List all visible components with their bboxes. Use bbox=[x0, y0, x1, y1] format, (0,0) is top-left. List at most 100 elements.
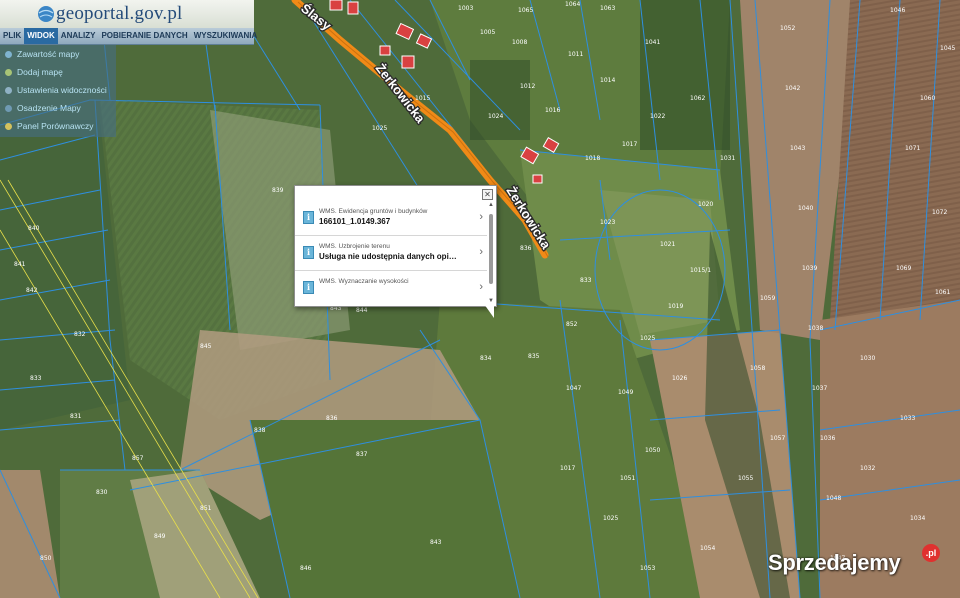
menu-item-visibility-settings[interactable]: Ustawienia widoczności bbox=[0, 81, 116, 99]
popup-row-cadastre[interactable]: i WMS. Ewidencja gruntów i budynków 1661… bbox=[295, 201, 487, 236]
popup-pointer bbox=[484, 304, 494, 318]
parcel-number-label: 1043 bbox=[790, 145, 805, 152]
parcel-number-label: 1024 bbox=[488, 113, 503, 120]
parcel-number-label: 1060 bbox=[920, 95, 935, 102]
menu-item-compare-panel[interactable]: Panel Porównawczy bbox=[0, 117, 116, 135]
parcel-number-label: 1017 bbox=[622, 141, 637, 148]
parcel-number-label: 1030 bbox=[860, 355, 875, 362]
parcel-number-label: 836 bbox=[326, 415, 338, 422]
parcel-number-label: 1032 bbox=[860, 465, 875, 472]
parcel-number-label: 1045 bbox=[940, 45, 955, 52]
menu-wyszukiwania[interactable]: WYSZUKIWANIA bbox=[191, 28, 261, 44]
parcel-number-label: 1062 bbox=[690, 95, 705, 102]
parcel-number-label: 1049 bbox=[618, 389, 633, 396]
parcel-number-label: 844 bbox=[356, 307, 368, 314]
parcel-number-label: 857 bbox=[132, 455, 144, 462]
chevron-right-icon[interactable]: › bbox=[479, 246, 483, 258]
parcel-number-label: 1003 bbox=[458, 5, 473, 12]
menu-plik[interactable]: PLIK bbox=[0, 28, 24, 44]
app-logo[interactable]: geoportal.gov.pl bbox=[56, 3, 183, 25]
parcel-number-label: 1025 bbox=[372, 125, 387, 132]
parcel-number-label: 838 bbox=[254, 427, 266, 434]
chevron-right-icon[interactable]: › bbox=[479, 211, 483, 223]
parcel-number-label: 834 bbox=[480, 355, 492, 362]
parcel-number-label: 1057 bbox=[770, 435, 785, 442]
popup-scrollbar[interactable]: ▲ ▼ bbox=[488, 202, 494, 304]
parcel-number-label: 1036 bbox=[820, 435, 835, 442]
parcel-number-label: 1050 bbox=[645, 447, 660, 454]
parcel-number-label: 1012 bbox=[520, 83, 535, 90]
menu-item-map-contents[interactable]: Zawartość mapy bbox=[0, 45, 116, 63]
parcel-number-label: 1065 bbox=[518, 7, 533, 14]
parcel-number-label: 1063 bbox=[600, 5, 615, 12]
parcel-number-label: 832 bbox=[74, 331, 86, 338]
parcel-number-label: 830 bbox=[96, 489, 108, 496]
row-value: 166101_1.0149.367 bbox=[319, 217, 391, 226]
view-menu-dropdown: Zawartość mapy Dodaj mapę Ustawienia wid… bbox=[0, 45, 116, 137]
compare-panel-icon bbox=[5, 122, 12, 130]
parcel-number-label: 1046 bbox=[890, 7, 905, 14]
parcel-number-label: 1011 bbox=[568, 51, 583, 58]
parcel-number-label: 1059 bbox=[760, 295, 775, 302]
parcel-number-label: 1015/1 bbox=[690, 267, 711, 274]
watermark-logo: Sprzedajemy bbox=[768, 550, 901, 575]
menu-pobieranie-danych[interactable]: POBIERANIE DANYCH bbox=[98, 28, 190, 44]
parcel-number-label: 1016 bbox=[545, 107, 560, 114]
parcel-number-label: 1058 bbox=[750, 365, 765, 372]
parcel-number-label: 851 bbox=[200, 505, 212, 512]
menu-item-add-map[interactable]: Dodaj mapę bbox=[0, 63, 116, 81]
parcel-number-label: 845 bbox=[200, 343, 212, 350]
embed-icon bbox=[5, 104, 12, 112]
menu-item-label: Zawartość mapy bbox=[17, 49, 80, 59]
settings-icon bbox=[5, 86, 12, 94]
app-header: geoportal.gov.pl bbox=[0, 0, 254, 29]
parcel-number-label: 1061 bbox=[935, 289, 950, 296]
row-title: WMS. Uzbrojenie terenu bbox=[319, 243, 390, 250]
parcel-number-label: 831 bbox=[70, 413, 82, 420]
parcel-number-label: 1005 bbox=[480, 29, 495, 36]
parcel-number-label: 1041 bbox=[645, 39, 660, 46]
parcel-number-label: 1021 bbox=[660, 241, 675, 248]
parcel-number-label: 1008 bbox=[512, 39, 527, 46]
menu-item-label: Ustawienia widoczności bbox=[17, 85, 107, 95]
close-icon[interactable]: ✕ bbox=[482, 189, 493, 200]
menu-widok[interactable]: WIDOK bbox=[24, 28, 58, 44]
parcel-number-label: 840 bbox=[28, 225, 40, 232]
parcel-number-label: 850 bbox=[40, 555, 52, 562]
info-icon: i bbox=[303, 281, 314, 294]
menu-item-label: Panel Porównawczy bbox=[17, 121, 94, 131]
parcel-number-label: 836 bbox=[520, 245, 532, 252]
popup-row-elevation[interactable]: i WMS. Wyznaczanie wysokości › bbox=[295, 271, 487, 305]
parcel-number-label: 1037 bbox=[812, 385, 827, 392]
row-title: WMS. Ewidencja gruntów i budynków bbox=[319, 208, 428, 215]
parcel-number-label: 1031 bbox=[720, 155, 735, 162]
add-map-icon bbox=[5, 68, 12, 76]
parcel-number-label: 839 bbox=[272, 187, 284, 194]
parcel-number-label: 1015 bbox=[415, 95, 430, 102]
info-icon: i bbox=[303, 211, 314, 224]
parcel-number-label: 1025 bbox=[640, 335, 655, 342]
feature-info-popup: ✕ i WMS. Ewidencja gruntów i budynków 16… bbox=[294, 185, 497, 307]
parcel-number-label: 1040 bbox=[798, 205, 813, 212]
parcel-number-label: 1072 bbox=[932, 209, 947, 216]
parcel-number-label: 1048 bbox=[826, 495, 841, 502]
parcel-number-label: 843 bbox=[430, 539, 442, 546]
scroll-thumb[interactable] bbox=[489, 214, 493, 284]
parcel-number-label: 1042 bbox=[785, 85, 800, 92]
info-icon: i bbox=[303, 246, 314, 259]
popup-row-utilities[interactable]: i WMS. Uzbrojenie terenu Usługa nie udos… bbox=[295, 236, 487, 271]
layers-icon bbox=[5, 50, 12, 58]
parcel-number-label: 1071 bbox=[905, 145, 920, 152]
parcel-number-label: 1020 bbox=[698, 201, 713, 208]
parcel-number-label: 833 bbox=[580, 277, 592, 284]
parcel-number-label: 1025 bbox=[603, 515, 618, 522]
parcel-number-label: 852 bbox=[566, 321, 578, 328]
parcel-number-label: 1034 bbox=[910, 515, 925, 522]
menu-item-embed-map[interactable]: Osadzenie Mapy bbox=[0, 99, 116, 117]
row-title: WMS. Wyznaczanie wysokości bbox=[319, 278, 409, 285]
menu-item-label: Dodaj mapę bbox=[17, 67, 63, 77]
menu-analizy[interactable]: ANALIZY bbox=[58, 28, 99, 44]
scroll-up-icon[interactable]: ▲ bbox=[488, 202, 494, 208]
chevron-right-icon[interactable]: › bbox=[479, 281, 483, 293]
globe-logo-icon bbox=[38, 6, 54, 22]
